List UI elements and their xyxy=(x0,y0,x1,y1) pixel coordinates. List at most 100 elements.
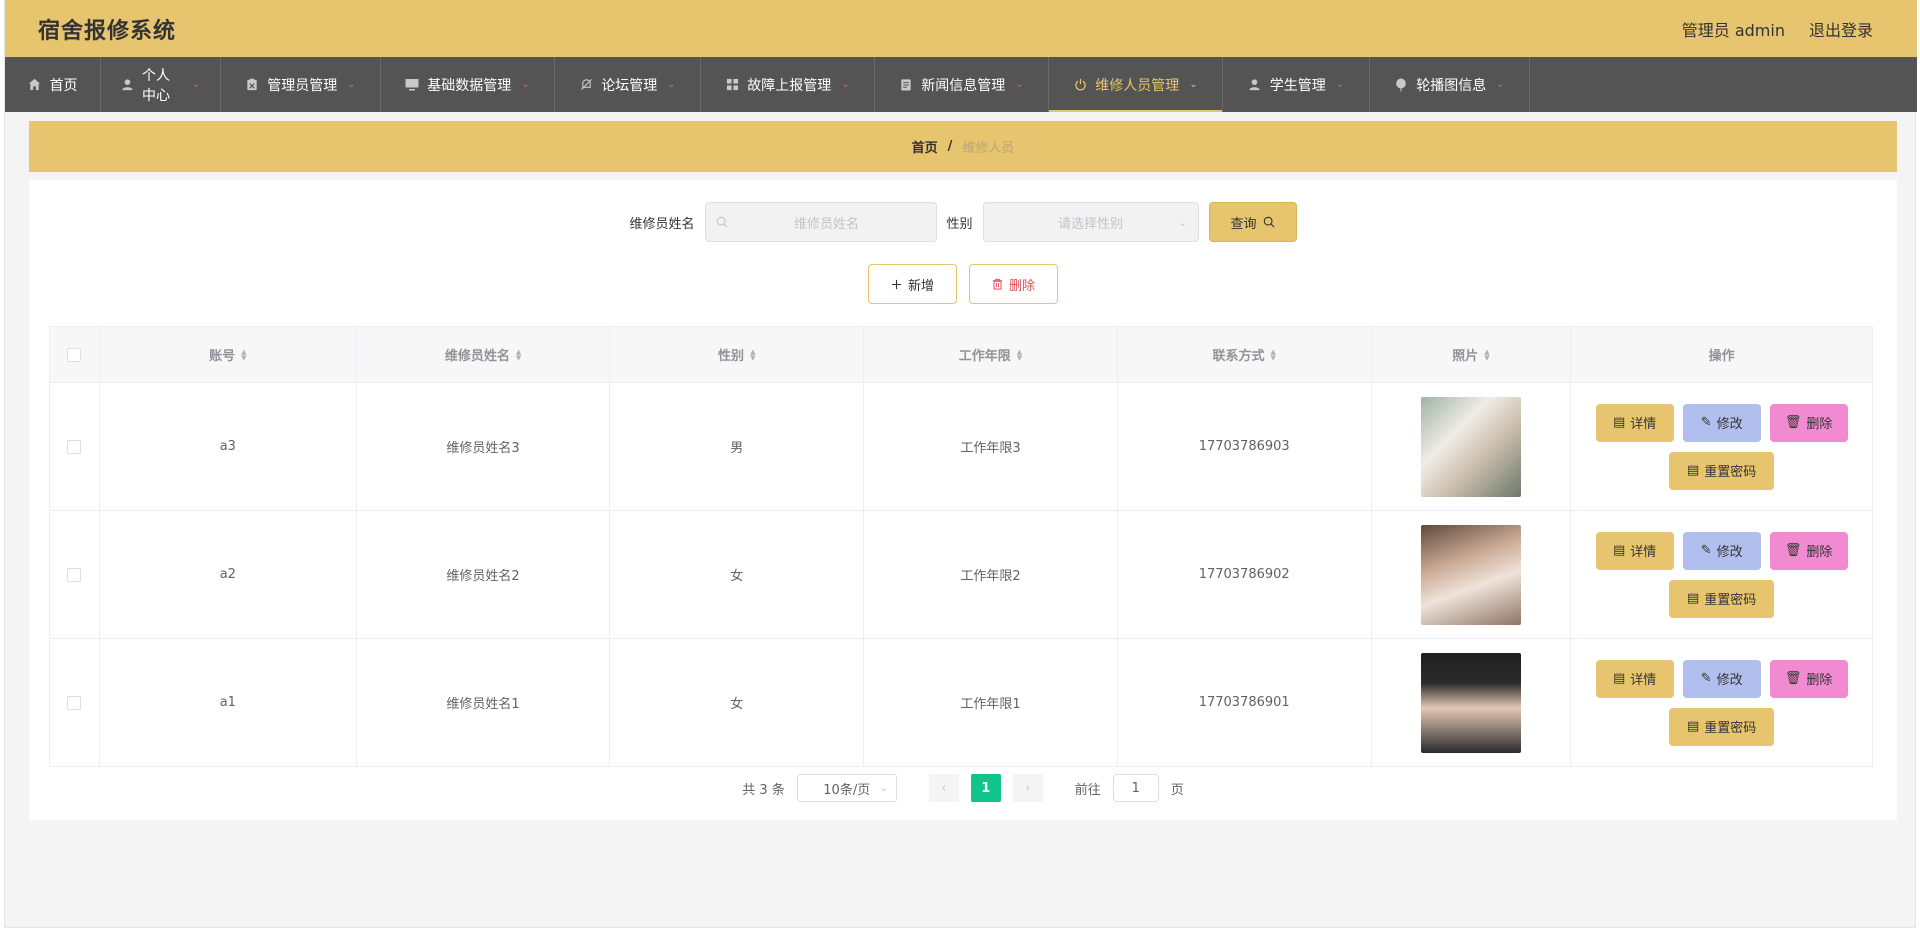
nav-news[interactable]: 新闻信息管理 ⌄ xyxy=(875,57,1049,112)
gender-select[interactable]: 请选择性别 ⌄ xyxy=(982,202,1199,242)
chevron-down-icon: ⌄ xyxy=(841,79,850,90)
reset-password-button[interactable]: ▤ 重置密码 xyxy=(1669,451,1775,490)
header-years[interactable]: 工作年限 ▲ ▼ xyxy=(864,327,1118,382)
plus-icon xyxy=(891,279,902,290)
sort-icon: ▲ ▼ xyxy=(515,347,522,362)
grid-icon xyxy=(725,78,739,92)
cell-photo xyxy=(1372,383,1572,510)
pagination: 共 3 条 10条/页 ⌄ ‹ 1 › 前往 1 页 xyxy=(29,774,1897,802)
header-name[interactable]: 维修员姓名 ▲ ▼ xyxy=(356,327,611,382)
detail-button[interactable]: ▤ 详情 xyxy=(1595,531,1674,570)
nav-label: 首页 xyxy=(49,77,78,94)
edit-label: 修改 xyxy=(1716,673,1743,688)
edit-button[interactable]: ✎ 修改 xyxy=(1682,403,1761,442)
reset-password-button[interactable]: ▤ 重置密码 xyxy=(1669,579,1775,618)
power-icon xyxy=(1073,78,1087,92)
cell-operations: ▤ 详情 ✎ 修改 🗑 删除 ▤ 重置密码 xyxy=(1571,383,1872,510)
row-select-cell xyxy=(50,639,100,766)
nav-repair-staff[interactable]: 维修人员管理 ⌄ xyxy=(1049,57,1223,112)
nav-carousel[interactable]: 轮播图信息 ⌄ xyxy=(1370,57,1530,112)
chevron-down-icon: ⌄ xyxy=(1335,79,1345,90)
sort-icon: ▲ ▼ xyxy=(241,347,247,362)
delete-label: 删除 xyxy=(1806,545,1833,560)
search-form: 维修员姓名 维修员姓名 性别 请选择性别 ⌄ 查询 xyxy=(29,202,1897,242)
cell-years: 工作年限3 xyxy=(864,383,1118,510)
batch-delete-button[interactable]: 删除 xyxy=(969,264,1058,304)
monitor-icon xyxy=(405,78,419,92)
query-button[interactable]: 查询 xyxy=(1208,202,1297,242)
header-account[interactable]: 账号 ▲ ▼ xyxy=(99,327,357,382)
staff-photo[interactable] xyxy=(1420,652,1521,753)
cell-name: 维修员姓名1 xyxy=(357,639,611,766)
chevron-down-icon: ⌄ xyxy=(1015,79,1024,90)
nav-personal-center[interactable]: 个人中心 ⌄ xyxy=(101,57,221,112)
name-placeholder: 维修员姓名 xyxy=(793,216,859,232)
chevron-down-icon: ⌄ xyxy=(191,79,200,90)
edit-button[interactable]: ✎ 修改 xyxy=(1682,659,1761,698)
goto-suffix: 页 xyxy=(1170,782,1184,798)
nav-forum[interactable]: 论坛管理 ⌄ xyxy=(555,57,701,112)
document-icon: ▤ xyxy=(1687,463,1700,478)
trash-icon: 🗑 xyxy=(1784,671,1802,686)
row-checkbox[interactable] xyxy=(67,695,82,710)
reset-label: 重置密码 xyxy=(1704,465,1757,480)
row-checkbox[interactable] xyxy=(67,439,82,454)
detail-label: 详情 xyxy=(1630,545,1657,560)
row-actions: ▤ 详情 ✎ 修改 🗑 删除 ▤ 重置密码 xyxy=(1595,403,1848,490)
next-page-button[interactable]: › xyxy=(1012,774,1043,802)
nav-basic-data[interactable]: 基础数据管理 ⌄ xyxy=(381,57,555,112)
query-label: 查询 xyxy=(1230,216,1257,232)
goto-prefix: 前往 xyxy=(1074,782,1101,798)
nav-student-management[interactable]: 学生管理 ⌄ xyxy=(1223,57,1370,112)
detail-button[interactable]: ▤ 详情 xyxy=(1595,659,1674,698)
edit-label: 修改 xyxy=(1716,545,1743,560)
header-right: 管理员 admin 退出登录 xyxy=(1682,17,1873,41)
header-label: 性别 xyxy=(718,349,745,364)
edit-label: 修改 xyxy=(1716,417,1743,432)
nav-fault-report[interactable]: 故障上报管理 ⌄ xyxy=(701,57,875,112)
name-label: 维修员姓名 xyxy=(629,216,695,232)
bell-off-icon xyxy=(579,78,593,92)
sort-icon: ▲ ▼ xyxy=(1484,347,1490,362)
select-all-checkbox[interactable] xyxy=(67,347,82,362)
header-label: 照片 xyxy=(1452,349,1479,364)
reset-password-button[interactable]: ▤ 重置密码 xyxy=(1669,707,1775,746)
staff-photo[interactable] xyxy=(1420,524,1521,625)
staff-photo[interactable] xyxy=(1420,396,1521,497)
row-actions-top: ▤ 详情 ✎ 修改 🗑 删除 xyxy=(1595,531,1848,570)
nav-admin-management[interactable]: 管理员管理 ⌄ xyxy=(221,57,381,112)
add-label: 新增 xyxy=(907,278,934,294)
nav-home[interactable]: 首页 xyxy=(5,57,101,112)
header-label: 操作 xyxy=(1708,349,1735,364)
reset-label: 重置密码 xyxy=(1704,721,1757,736)
add-button[interactable]: 新增 xyxy=(868,264,957,304)
cell-years: 工作年限1 xyxy=(864,639,1118,766)
action-bar: 新增 删除 xyxy=(29,264,1897,304)
header-photo[interactable]: 照片 ▲ ▼ xyxy=(1371,327,1572,382)
breadcrumb-home[interactable]: 首页 xyxy=(912,137,938,156)
page-size-select[interactable]: 10条/页 ⌄ xyxy=(796,774,897,802)
cell-operations: ▤ 详情 ✎ 修改 🗑 删除 ▤ 重置密码 xyxy=(1571,511,1872,638)
goto-page-input[interactable]: 1 xyxy=(1112,774,1159,802)
delete-button[interactable]: 🗑 删除 xyxy=(1769,403,1848,442)
row-checkbox[interactable] xyxy=(67,567,82,582)
table-row: a2 维修员姓名2 女 工作年限2 17703786902 ▤ 详情 ✎ 修改 🗑 删… xyxy=(50,511,1872,639)
delete-button[interactable]: 🗑 删除 xyxy=(1769,531,1848,570)
trash-icon: 🗑 xyxy=(1784,543,1802,558)
delete-button[interactable]: 🗑 删除 xyxy=(1769,659,1848,698)
nav-label: 论坛管理 xyxy=(601,77,658,94)
pencil-icon: ✎ xyxy=(1700,671,1712,686)
cell-operations: ▤ 详情 ✎ 修改 🗑 删除 ▤ 重置密码 xyxy=(1571,639,1872,766)
detail-label: 详情 xyxy=(1630,417,1657,432)
row-select-cell xyxy=(50,511,100,638)
prev-page-button[interactable]: ‹ xyxy=(928,774,959,802)
detail-button[interactable]: ▤ 详情 xyxy=(1595,403,1674,442)
logout-link[interactable]: 退出登录 xyxy=(1809,17,1873,41)
app-title: 宿舍报修系统 xyxy=(38,18,177,44)
header-phone[interactable]: 联系方式 ▲ ▼ xyxy=(1117,327,1372,382)
chevron-down-icon: ⌄ xyxy=(879,782,888,794)
name-search-input[interactable]: 维修员姓名 xyxy=(704,202,937,242)
header-gender[interactable]: 性别 ▲ ▼ xyxy=(610,327,865,382)
edit-button[interactable]: ✎ 修改 xyxy=(1682,531,1761,570)
page-number-current[interactable]: 1 xyxy=(970,774,1001,802)
